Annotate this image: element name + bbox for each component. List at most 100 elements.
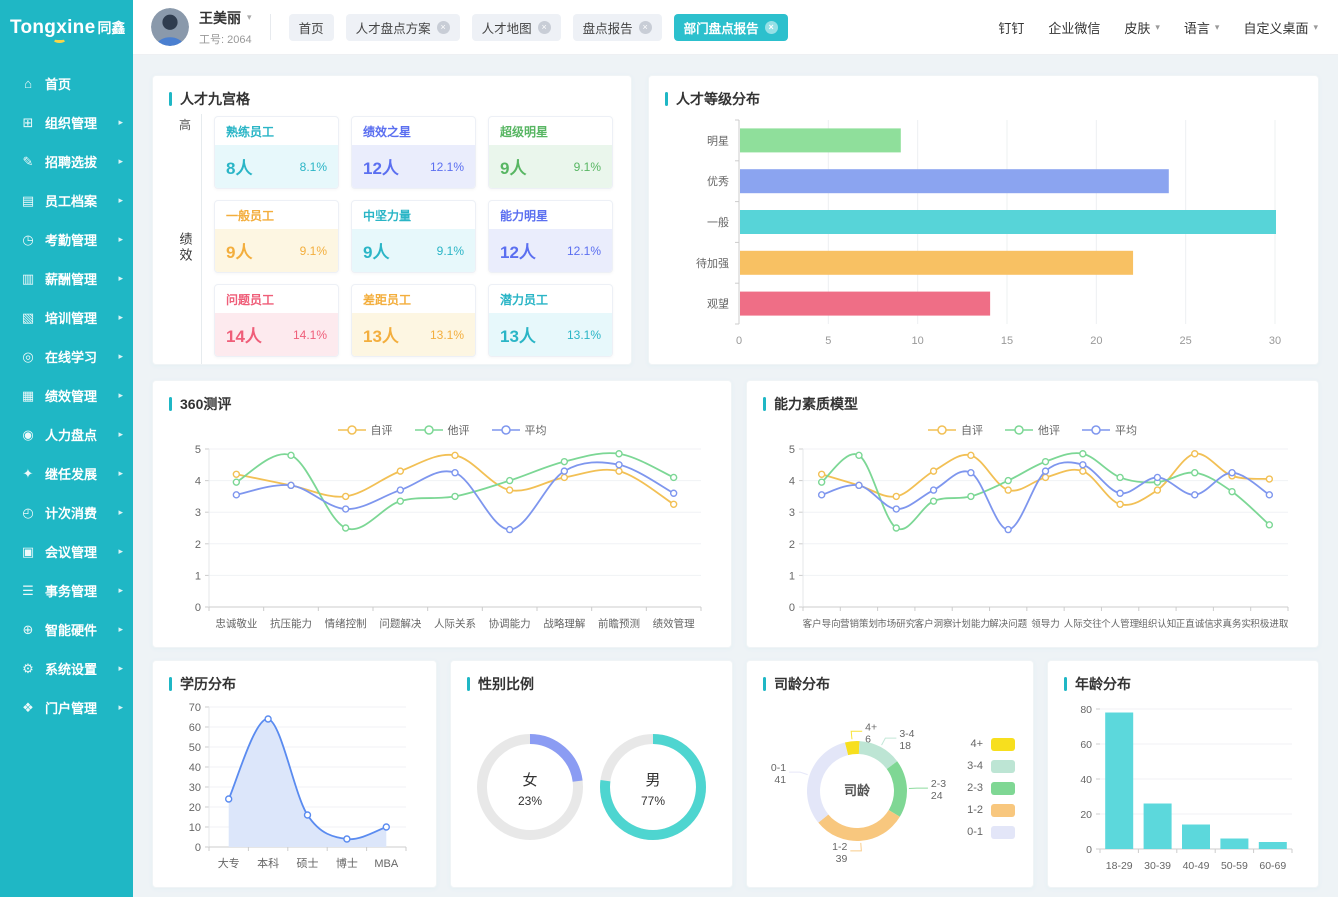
title-bar-accent: [467, 677, 470, 691]
svg-text:3: 3: [789, 507, 795, 519]
svg-text:解决问题: 解决问题: [989, 618, 1028, 630]
cell-count: 8人: [226, 154, 252, 179]
sidebar-item-hardware[interactable]: ⊕智能硬件▸: [0, 610, 133, 649]
legend-item-2-3[interactable]: 2-3: [959, 782, 1015, 795]
title-bar-accent: [763, 677, 766, 691]
nine-grid-cell[interactable]: 差距员工13人13.1%: [351, 284, 476, 357]
talent-level-chart: 051015202530明星优秀一般待加强观望: [665, 114, 1302, 357]
top-action-label: 自定义桌面: [1243, 18, 1308, 37]
legend-item-0-1[interactable]: 0-1: [959, 826, 1015, 839]
sidebar-item-home[interactable]: ⌂首页: [0, 64, 133, 103]
sidebar-item-org[interactable]: ⊞组织管理▸: [0, 103, 133, 142]
succession-icon: ✦: [20, 466, 36, 482]
nine-grid-cell[interactable]: 潜力员工13人13.1%: [488, 284, 613, 357]
legend-item-自评[interactable]: 自评: [928, 422, 983, 438]
top-action-钉钉[interactable]: 钉钉: [998, 18, 1024, 37]
legend-item-3-4[interactable]: 3-4: [959, 760, 1015, 773]
legend-swatch: [991, 738, 1015, 751]
top-action-皮肤[interactable]: 皮肤▾: [1124, 18, 1160, 37]
sidebar-item-portal[interactable]: ❖门户管理▸: [0, 688, 133, 727]
tab-人才地图[interactable]: 人才地图×: [472, 14, 561, 41]
cell-title: 问题员工: [215, 285, 338, 313]
chevron-right-icon: ▸: [118, 702, 123, 713]
cell-count: 9人: [363, 238, 389, 263]
svg-text:优秀: 优秀: [707, 175, 729, 188]
card-title: 能力素质模型: [774, 394, 858, 414]
svg-text:60: 60: [189, 722, 201, 734]
legend-label: 3-4: [959, 760, 983, 772]
avatar[interactable]: [151, 8, 189, 46]
sidebar-item-recruit[interactable]: ✎招聘选拔▸: [0, 142, 133, 181]
sidebar-item-performance[interactable]: ▦绩效管理▸: [0, 376, 133, 415]
sidebar-item-label: 绩效管理: [45, 386, 97, 405]
legend-item-他评[interactable]: 他评: [415, 422, 470, 438]
sidebar-item-consumption[interactable]: ◴计次消费▸: [0, 493, 133, 532]
sidebar-item-affairs[interactable]: ☰事务管理▸: [0, 571, 133, 610]
legend-item-平均[interactable]: 平均: [1082, 422, 1137, 438]
chart-legend[interactable]: 自评 他评 平均: [169, 419, 715, 441]
tab-人才盘点方案[interactable]: 人才盘点方案×: [346, 14, 460, 41]
close-icon[interactable]: ×: [538, 21, 551, 34]
legend-item-他评[interactable]: 他评: [1005, 422, 1060, 438]
sidebar-item-succession[interactable]: ✦继任发展▸: [0, 454, 133, 493]
tab-部门盘点报告[interactable]: 部门盘点报告×: [674, 14, 788, 41]
svg-text:4+6: 4+6: [865, 721, 877, 745]
cell-title: 一般员工: [215, 201, 338, 229]
svg-text:40-49: 40-49: [1183, 860, 1210, 872]
sidebar-item-training[interactable]: ▧培训管理▸: [0, 298, 133, 337]
logo[interactable]: Tongxine 同鑫: [0, 0, 133, 55]
nine-grid-cell[interactable]: 问题员工14人14.1%: [214, 284, 339, 357]
education-chart: 010203040506070大专本科硕士博士MBA: [169, 699, 420, 882]
top-action-label: 钉钉: [998, 18, 1024, 37]
svg-text:一般: 一般: [707, 216, 729, 229]
cell-body: 13人13.1%: [352, 313, 475, 356]
top-action-自定义桌面[interactable]: 自定义桌面▾: [1243, 18, 1318, 37]
close-icon[interactable]: ×: [765, 21, 778, 34]
svg-text:前瞻预测: 前瞻预测: [598, 617, 640, 630]
chart-legend[interactable]: 自评 他评 平均: [763, 419, 1302, 441]
card-age: 年龄分布 02040608018-2930-3940-4950-5960-69: [1047, 660, 1319, 888]
legend-item-1-2[interactable]: 1-2: [959, 804, 1015, 817]
top-action-企业微信[interactable]: 企业微信: [1048, 18, 1100, 37]
nine-grid-cell[interactable]: 中坚力量9人9.1%: [351, 200, 476, 273]
legend-marker-icon: [338, 425, 366, 435]
sidebar-item-talent-review[interactable]: ◉人力盘点▸: [0, 415, 133, 454]
chevron-right-icon: ▸: [118, 351, 123, 362]
settings-icon: ⚙: [20, 661, 36, 677]
svg-text:司龄: 司龄: [844, 783, 871, 798]
close-icon[interactable]: ×: [639, 21, 652, 34]
svg-text:70: 70: [189, 702, 201, 714]
svg-text:5: 5: [195, 444, 201, 456]
sidebar-item-salary[interactable]: ▥薪酬管理▸: [0, 259, 133, 298]
nine-grid-cell[interactable]: 超级明星9人9.1%: [488, 116, 613, 189]
close-icon[interactable]: ×: [437, 21, 450, 34]
axis-y-label: 绩效: [176, 232, 195, 264]
sidebar-item-meeting[interactable]: ▣会议管理▸: [0, 532, 133, 571]
nine-grid-cell[interactable]: 绩效之星12人12.1%: [351, 116, 476, 189]
sidebar-item-settings[interactable]: ⚙系统设置▸: [0, 649, 133, 688]
nine-grid-cell[interactable]: 熟练员工8人8.1%: [214, 116, 339, 189]
cell-percent: 12.1%: [430, 160, 464, 174]
tab-首页[interactable]: 首页: [289, 14, 334, 41]
user-info[interactable]: 王美丽 ▾ 工号: 2064: [199, 8, 252, 47]
card-assessment-360: 360测评 自评他评平均 012345忠诚敬业抗压能力情绪控制问题解决人际关系协…: [152, 380, 732, 648]
legend-label: 2-3: [959, 782, 983, 794]
legend-item-4+[interactable]: 4+: [959, 738, 1015, 751]
legend-item-平均[interactable]: 平均: [492, 422, 547, 438]
card-gender: 性别比例 女23%男77%: [450, 660, 733, 888]
card-title: 人才等级分布: [676, 89, 760, 109]
title-bar-accent: [1064, 677, 1067, 691]
sidebar-item-online-learning[interactable]: ◎在线学习▸: [0, 337, 133, 376]
legend-label: 平均: [525, 422, 547, 438]
top-action-label: 皮肤: [1124, 18, 1150, 37]
nine-grid-cell[interactable]: 能力明星12人12.1%: [488, 200, 613, 273]
svg-text:25: 25: [1180, 335, 1192, 347]
nine-grid-cell[interactable]: 一般员工9人9.1%: [214, 200, 339, 273]
sidebar-item-attendance[interactable]: ◷考勤管理▸: [0, 220, 133, 259]
attendance-icon: ◷: [20, 232, 36, 248]
sidebar-item-employee-file[interactable]: ▤员工档案▸: [0, 181, 133, 220]
top-action-语言[interactable]: 语言▾: [1184, 18, 1220, 37]
legend-item-自评[interactable]: 自评: [338, 422, 393, 438]
tab-盘点报告[interactable]: 盘点报告×: [573, 14, 662, 41]
sidebar-item-label: 智能硬件: [45, 620, 97, 639]
